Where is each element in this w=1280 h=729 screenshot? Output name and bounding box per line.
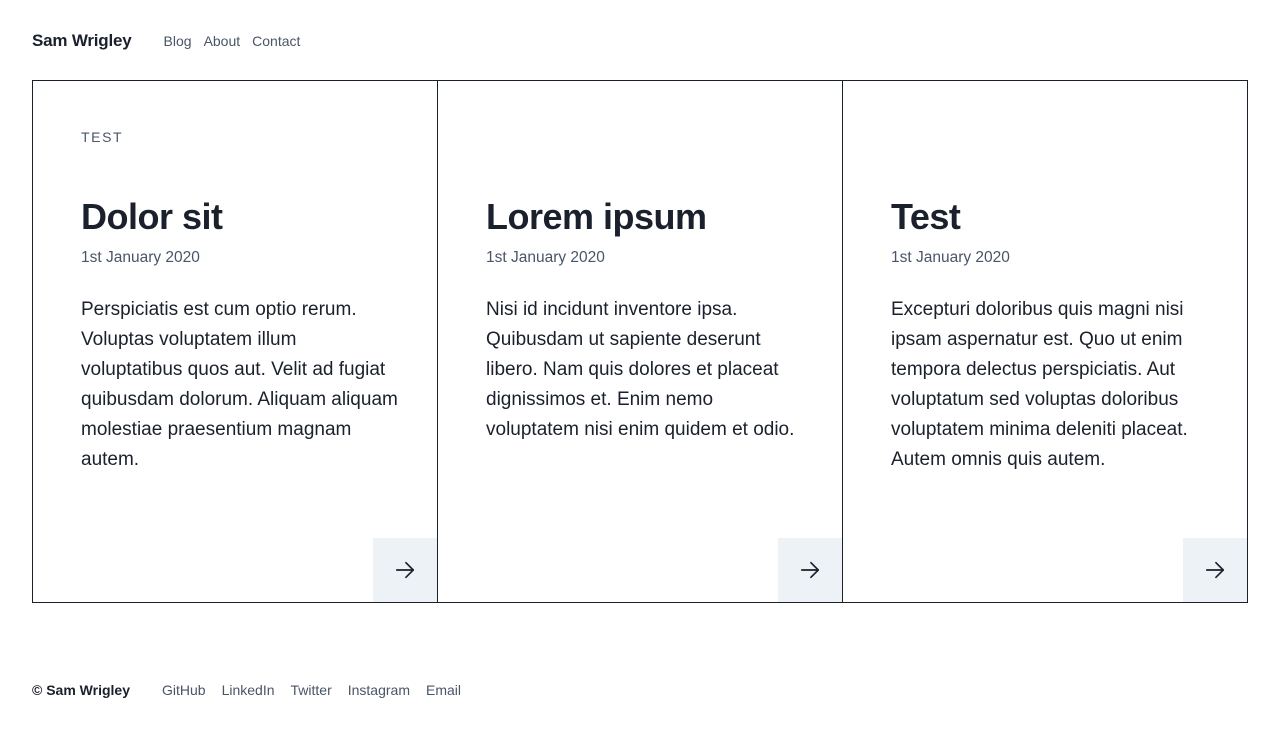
post-date: 1st January 2020 [81, 249, 200, 266]
post-date: 1st January 2020 [891, 249, 1010, 266]
nav-link-about[interactable]: About [204, 33, 241, 49]
post-tag[interactable]: TEST [81, 129, 123, 145]
post-cards: TEST Dolor sit 1st January 2020 Perspici… [32, 80, 1248, 603]
read-more-button[interactable] [778, 538, 842, 602]
post-excerpt: Excepturi doloribus quis magni nisi ipsa… [891, 299, 1188, 470]
footer-link-instagram[interactable]: Instagram [348, 682, 410, 698]
post-card-test: Test 1st January 2020 Excepturi doloribu… [842, 81, 1247, 602]
post-date: 1st January 2020 [486, 249, 605, 266]
post-title[interactable]: Lorem ipsum [486, 195, 707, 239]
post-excerpt: Perspiciatis est cum optio rerum. Volupt… [81, 299, 398, 470]
nav-link-contact[interactable]: Contact [252, 33, 300, 49]
main-nav: Blog About Contact [164, 33, 301, 49]
post-excerpt: Nisi id incidunt inventore ipsa. Quibusd… [486, 299, 795, 440]
arrow-right-icon [395, 561, 415, 579]
footer-link-github[interactable]: GitHub [162, 682, 206, 698]
post-card-lorem-ipsum: Lorem ipsum 1st January 2020 Nisi id inc… [437, 81, 842, 602]
post-card-dolor-sit: TEST Dolor sit 1st January 2020 Perspici… [33, 81, 437, 602]
read-more-button[interactable] [1183, 538, 1247, 602]
social-links: GitHub LinkedIn Twitter Instagram Email [162, 682, 461, 698]
post-title[interactable]: Test [891, 195, 961, 239]
footer-link-email[interactable]: Email [426, 682, 461, 698]
footer-link-linkedin[interactable]: LinkedIn [222, 682, 275, 698]
site-footer: © Sam Wrigley GitHub LinkedIn Twitter In… [32, 680, 461, 700]
copyright: © Sam Wrigley [32, 682, 130, 698]
read-more-button[interactable] [373, 538, 437, 602]
footer-link-twitter[interactable]: Twitter [291, 682, 332, 698]
arrow-right-icon [800, 561, 820, 579]
post-title[interactable]: Dolor sit [81, 195, 223, 239]
site-header: Sam Wrigley Blog About Contact [32, 30, 300, 52]
brand-link[interactable]: Sam Wrigley [32, 31, 132, 51]
arrow-right-icon [1205, 561, 1225, 579]
nav-link-blog[interactable]: Blog [164, 33, 192, 49]
